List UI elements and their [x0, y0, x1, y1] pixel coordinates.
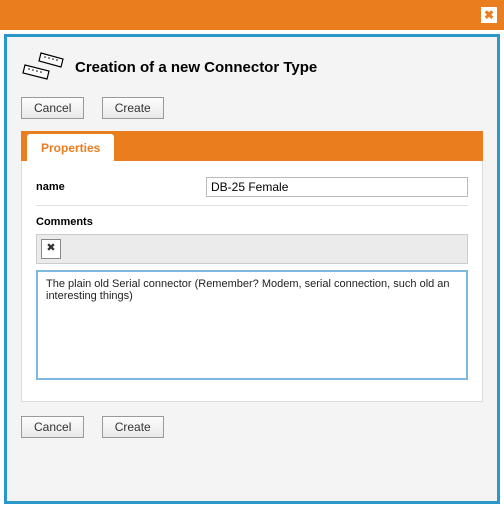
field-name-row: name [36, 177, 468, 206]
tab-properties[interactable]: Properties [27, 134, 114, 161]
tab-body-properties: name Comments ✖ [21, 161, 483, 402]
dialog-frame: Creation of a new Connector Type Cancel … [4, 34, 500, 504]
name-label: name [36, 181, 206, 193]
clear-icon[interactable]: ✖ [41, 239, 61, 259]
connector-icon [21, 51, 65, 83]
titlebar: ✖ [0, 0, 504, 30]
comments-toolbar: ✖ [36, 234, 468, 264]
create-button-bottom[interactable]: Create [102, 416, 164, 438]
cancel-button[interactable]: Cancel [21, 97, 84, 119]
bottom-button-row: Cancel Create [21, 416, 483, 438]
close-icon[interactable]: ✖ [480, 6, 498, 24]
page-title: Creation of a new Connector Type [75, 59, 317, 76]
tab-strip: Properties [21, 131, 483, 161]
create-button[interactable]: Create [102, 97, 164, 119]
header: Creation of a new Connector Type [21, 51, 483, 83]
dialog-window: ✖ Creation of a new Connector Type C [0, 0, 504, 508]
comments-textarea[interactable] [36, 270, 468, 380]
comments-label: Comments [36, 216, 468, 228]
name-input[interactable] [206, 177, 468, 197]
cancel-button-bottom[interactable]: Cancel [21, 416, 84, 438]
top-button-row: Cancel Create [21, 97, 483, 119]
